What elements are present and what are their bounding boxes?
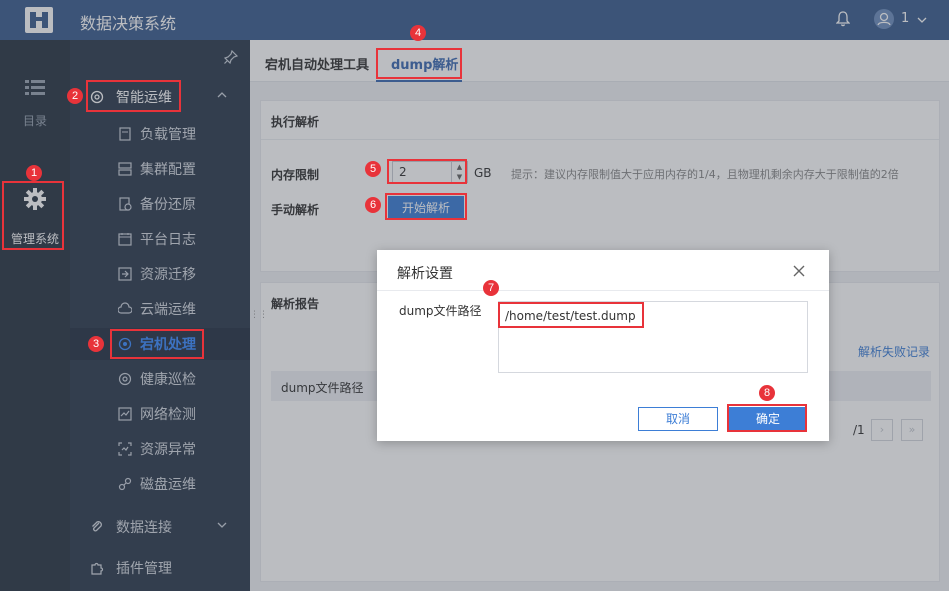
step-badge: 4 xyxy=(410,25,426,41)
highlight-mem-input xyxy=(387,159,467,184)
highlight-crash xyxy=(110,329,204,359)
divider xyxy=(377,290,829,291)
step-badge: 6 xyxy=(365,197,381,213)
close-icon[interactable] xyxy=(793,262,805,281)
step-badge: 8 xyxy=(759,385,775,401)
highlight-dump-path xyxy=(498,302,644,328)
dialog-title: 解析设置 xyxy=(397,266,453,282)
step-badge: 1 xyxy=(26,165,42,181)
highlight-admin xyxy=(2,181,64,250)
highlight-confirm xyxy=(727,404,807,432)
highlight-dump-tab xyxy=(376,48,462,79)
cancel-button[interactable]: 取消 xyxy=(638,407,718,431)
step-badge: 2 xyxy=(67,88,83,104)
step-badge: 3 xyxy=(88,336,104,352)
dump-path-label: dump文件路径 xyxy=(399,304,482,318)
step-badge: 5 xyxy=(365,161,381,177)
highlight-ops xyxy=(86,80,181,112)
highlight-start-button xyxy=(385,193,467,220)
step-badge: 7 xyxy=(483,280,499,296)
